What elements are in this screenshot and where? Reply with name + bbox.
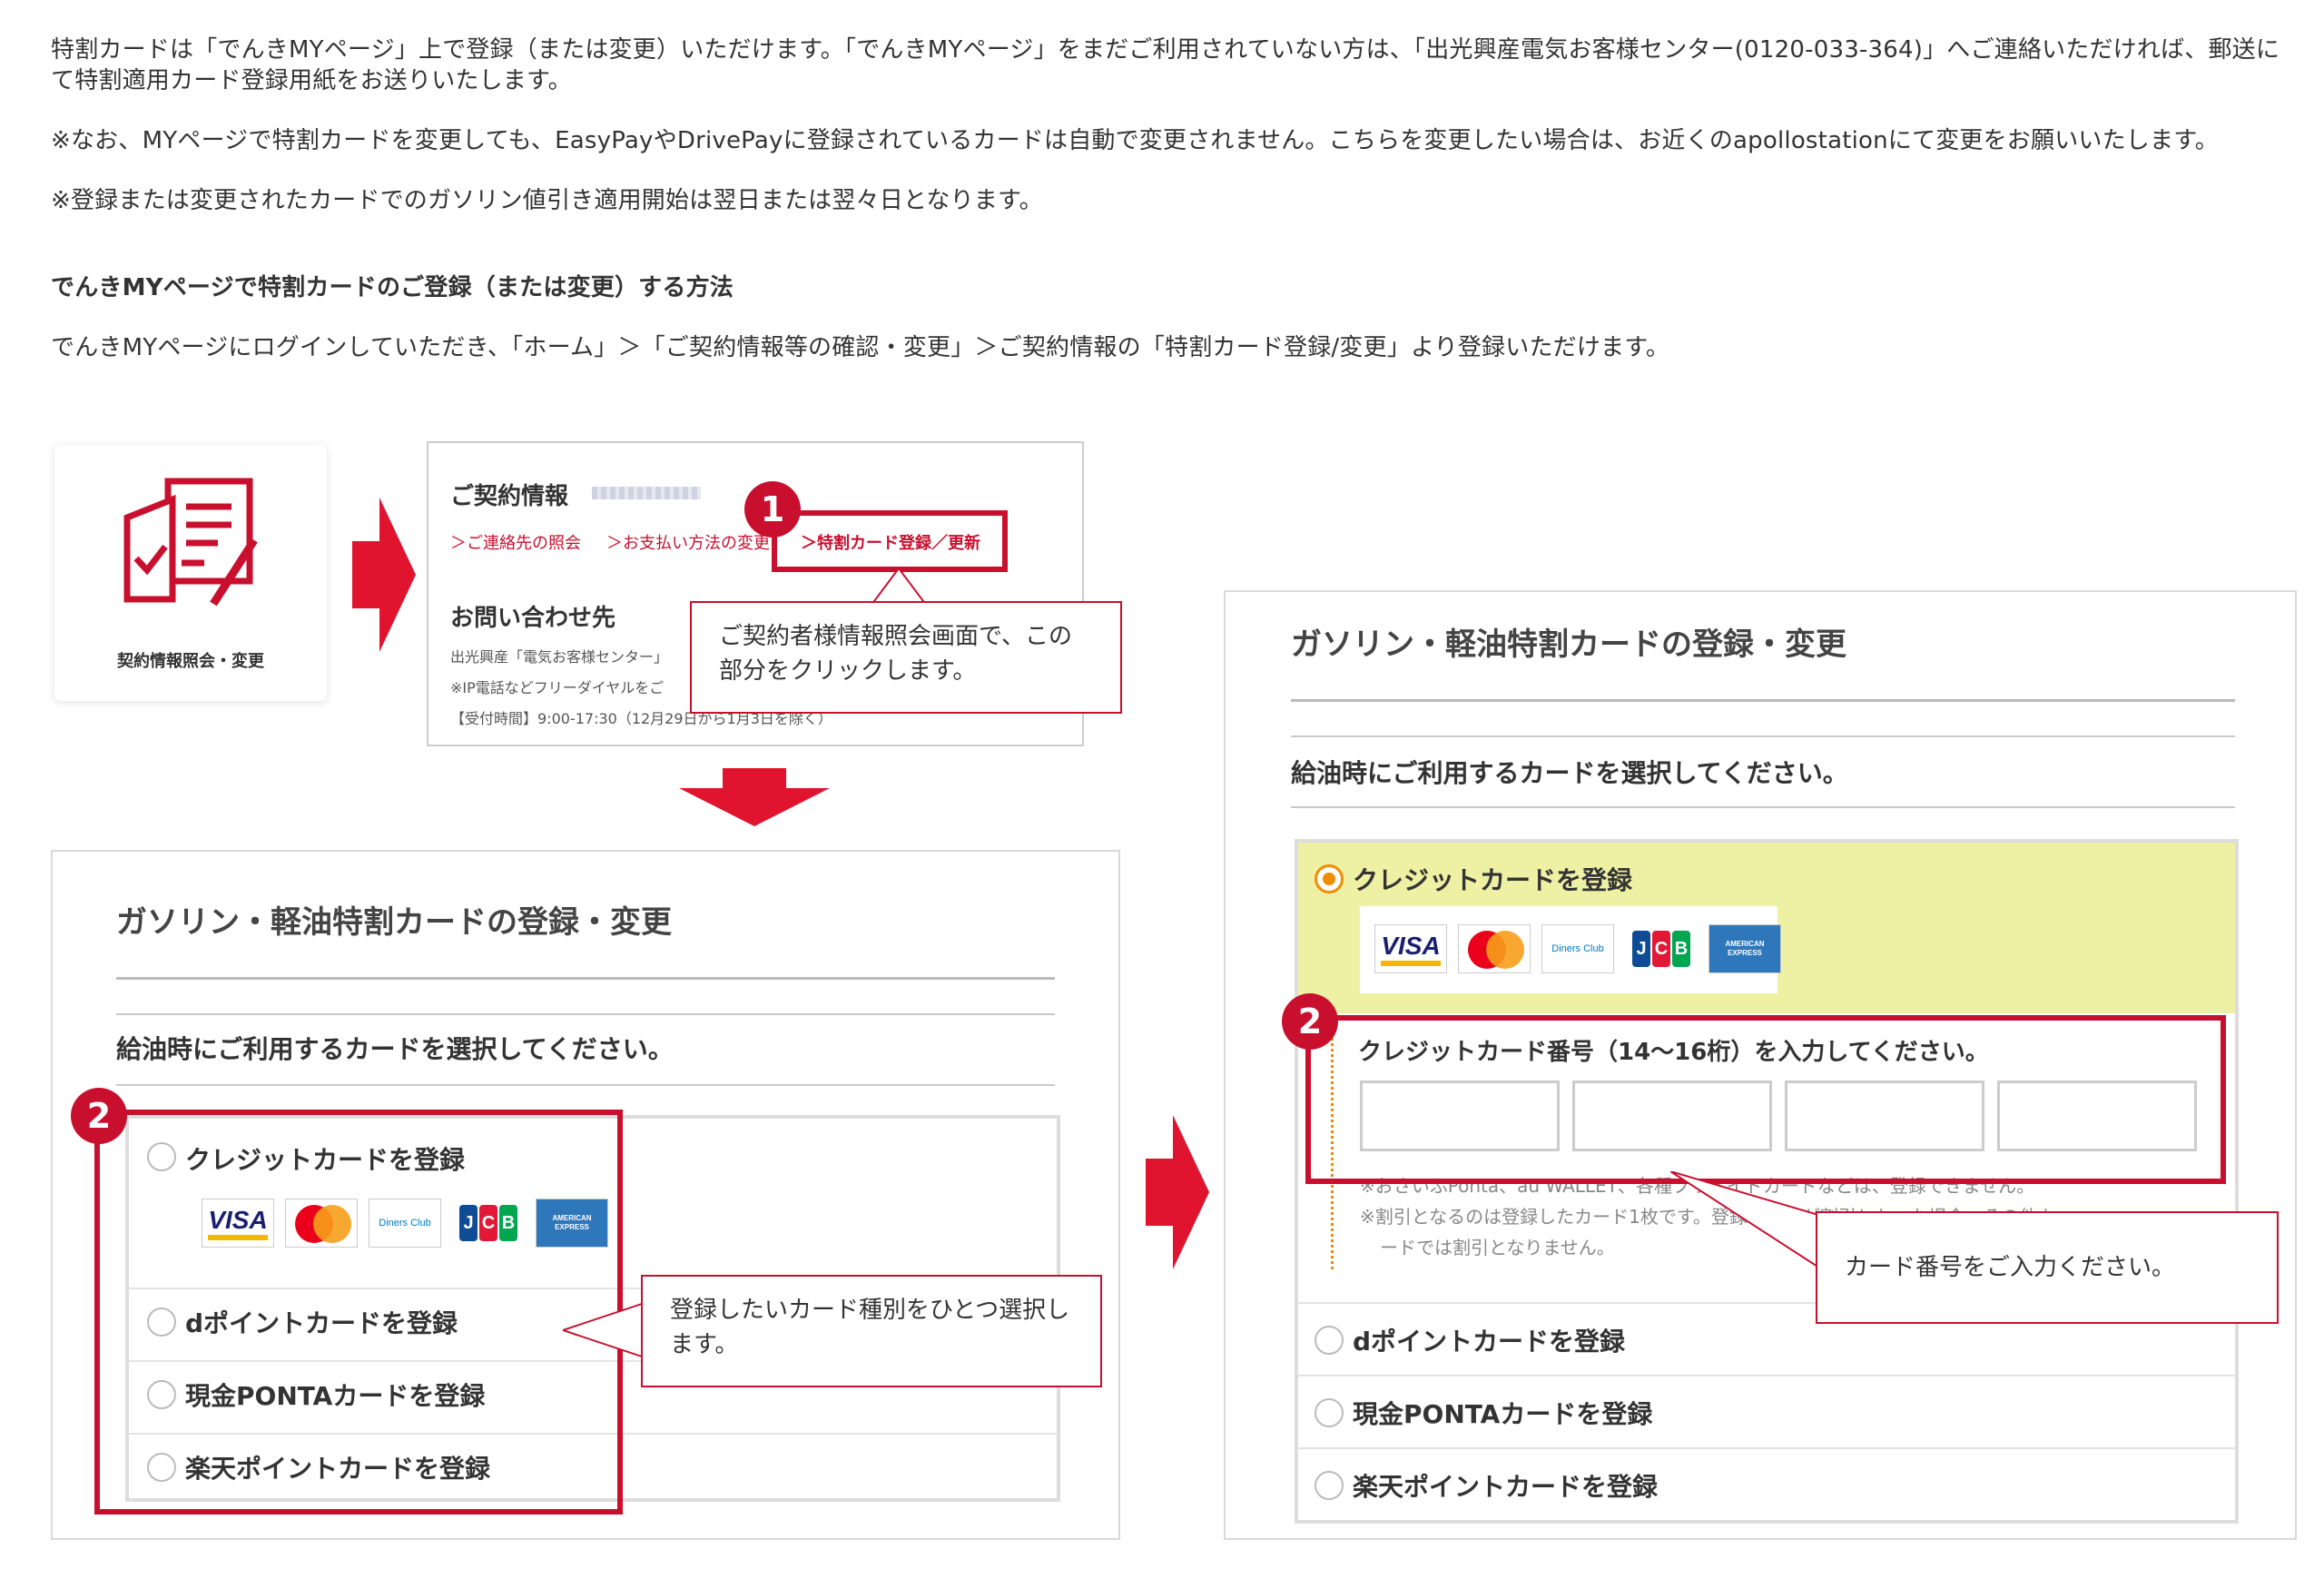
tile-label: 契約情報照会・変更	[117, 652, 264, 671]
divider	[1291, 735, 2235, 737]
visa-logo: VISA	[1374, 924, 1447, 973]
inquiry-title: お問い合わせ先	[450, 605, 616, 632]
diners-logo: Diners Club	[1541, 924, 1614, 973]
contract-info-tile[interactable]: 契約情報照会・変更	[54, 445, 327, 701]
mastercard-logo	[1458, 924, 1531, 973]
callout-2: 登録したいカード種別をひとつ選択します。	[641, 1275, 1102, 1387]
card-register-highlight	[772, 510, 1008, 572]
card-number-highlight	[1305, 1015, 2226, 1184]
callout-1: ご契約者様情報照会画面で、この部分をクリックします。	[690, 601, 1122, 714]
inquiry-line-1: 出光興産「電気お客様センター」	[450, 648, 669, 666]
note-3: ードでは割引となりません。	[1380, 1237, 1615, 1258]
card-brand-logos-right: VISA Diners Club JCB AMERICAN EXPRESS	[1374, 924, 1781, 973]
option-ponta-label-right: 現金PONTAカードを登録	[1353, 1399, 1653, 1429]
payment-link[interactable]: ＞お支払い方法の変更	[606, 530, 770, 554]
option-dpoint-label-right: dポイントカードを登録	[1353, 1327, 1626, 1357]
radio-ponta-right[interactable]	[1315, 1398, 1344, 1427]
options-highlight	[94, 1110, 623, 1515]
form-title-left: ガソリン・軽油特割カードの登録・変更	[116, 904, 672, 941]
divider	[116, 1013, 1055, 1015]
document-edit-icon	[123, 478, 258, 607]
intro-paragraph-2: ※なお、MYページで特割カードを変更しても、EasyPayやDrivePayに登…	[51, 127, 2220, 154]
divider	[1291, 699, 2235, 702]
divider	[116, 1084, 1055, 1086]
step-1-badge: 1	[744, 481, 801, 538]
radio-credit-selected[interactable]	[1315, 864, 1344, 893]
callout-2-pointer	[563, 1301, 645, 1359]
method-heading: でんきMYページで特割カードのご登録（または変更）する方法	[51, 274, 734, 301]
callout-3-pointer	[1670, 1171, 1825, 1273]
contact-link[interactable]: ＞ご連絡先の照会	[450, 530, 581, 554]
step-2-badge-left: 2	[71, 1088, 127, 1144]
callout-3: カード番号をご入力ください。	[1816, 1211, 2279, 1324]
blurred-contract-number	[592, 487, 701, 499]
intro-text: 特割カードは「でんきMYページ」上で登録（または変更）いただけます。「でんきMY…	[51, 35, 2293, 363]
arrow-right-icon	[352, 498, 416, 652]
form-title-right: ガソリン・軽油特割カードの登録・変更	[1291, 627, 1846, 663]
radio-rakuten-right[interactable]	[1315, 1471, 1344, 1500]
radio-dpoint-right[interactable]	[1315, 1326, 1344, 1355]
divider	[1291, 806, 2235, 808]
divider	[1298, 1447, 2235, 1449]
method-description: でんきMYページにログインしていただき、「ホーム」＞「ご契約情報等の確認・変更」…	[51, 334, 1670, 361]
option-credit-label-right: クレジットカードを登録	[1353, 865, 1633, 895]
arrow-right-icon	[1146, 1115, 1209, 1269]
amex-logo: AMERICAN EXPRESS	[1709, 924, 1781, 973]
divider	[1298, 1375, 2235, 1377]
contract-title: ご契約情報	[450, 483, 569, 510]
arrow-down-icon	[679, 768, 830, 826]
step-2-badge-right: 2	[1282, 993, 1338, 1050]
option-rakuten-label-right: 楽天ポイントカードを登録	[1353, 1472, 1659, 1502]
form-subtitle-left: 給油時にご利用するカードを選択してください。	[116, 1034, 674, 1064]
intro-paragraph-1: 特割カードは「でんきMYページ」上で登録（または変更）いただけます。「でんきMY…	[51, 36, 2280, 94]
inquiry-line-2: ※IP電話などフリーダイヤルをご	[450, 679, 665, 696]
divider	[116, 977, 1055, 980]
callout-1-pointer	[872, 568, 926, 605]
form-subtitle-right: 給油時にご利用するカードを選択してください。	[1291, 758, 1848, 788]
jcb-logo: JCB	[1625, 924, 1698, 973]
intro-paragraph-3: ※登録または変更されたカードでのガソリン値引き適用開始は翌日または翌々日となりま…	[51, 187, 1043, 214]
